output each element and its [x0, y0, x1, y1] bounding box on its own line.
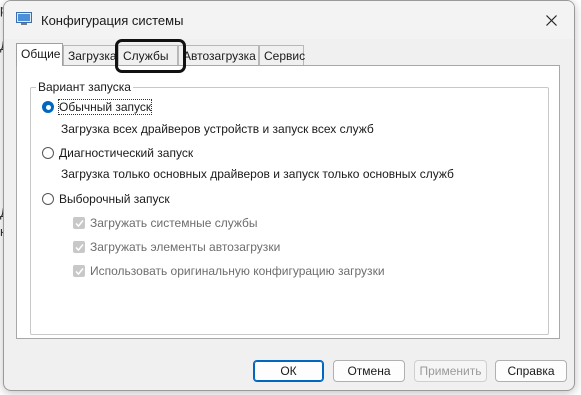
use-original-boot-config-label: Использовать оригинальную конфигурацию з… [90, 264, 385, 278]
diagnostic-startup-label[interactable]: Диагностический запуск [59, 146, 193, 160]
diagnostic-startup-description: Загрузка только основных драйверов и зап… [61, 167, 454, 181]
tab-boot[interactable]: Загрузка [63, 45, 118, 65]
title-bar[interactable]: Конфигурация системы [4, 1, 574, 39]
tab-startup[interactable]: Автозагрузка [178, 45, 259, 65]
checkmark-icon [74, 267, 84, 275]
msconfig-app-icon [16, 12, 32, 25]
help-button[interactable]: Справка [495, 360, 567, 382]
general-tab-panel: Вариант запуска Обычный запуск Загрузка … [16, 65, 560, 339]
checkmark-icon [74, 219, 84, 227]
tab-general[interactable]: Общие [16, 43, 63, 66]
startup-selection-label: Вариант запуска [36, 80, 133, 94]
normal-startup-label[interactable]: Обычный запуск [57, 99, 153, 115]
normal-startup-radio[interactable] [42, 101, 54, 113]
close-button[interactable] [528, 1, 574, 39]
use-original-boot-config-checkbox[interactable] [73, 265, 85, 277]
checkmark-icon [74, 243, 84, 251]
cancel-button[interactable]: Отмена [333, 360, 405, 382]
system-configuration-dialog: Конфигурация системы Общие Загрузка Служ… [3, 0, 575, 391]
load-startup-items-checkbox[interactable] [73, 241, 85, 253]
selective-startup-label[interactable]: Выборочный запуск [59, 192, 170, 206]
load-system-services-label: Загружать системные службы [90, 216, 258, 230]
normal-startup-description: Загрузка всех драйверов устройств и запу… [61, 122, 374, 136]
close-icon [545, 14, 557, 26]
services-tab-highlight [115, 39, 186, 73]
window-title: Конфигурация системы [41, 13, 184, 28]
tab-tools[interactable]: Сервис [259, 45, 305, 65]
ok-button[interactable]: ОК [253, 360, 324, 382]
load-startup-items-label: Загружать элементы автозагрузки [90, 240, 281, 254]
load-system-services-checkbox[interactable] [73, 217, 85, 229]
selective-startup-radio[interactable] [42, 193, 54, 205]
apply-button[interactable]: Применить [414, 360, 487, 382]
diagnostic-startup-radio[interactable] [42, 147, 54, 159]
